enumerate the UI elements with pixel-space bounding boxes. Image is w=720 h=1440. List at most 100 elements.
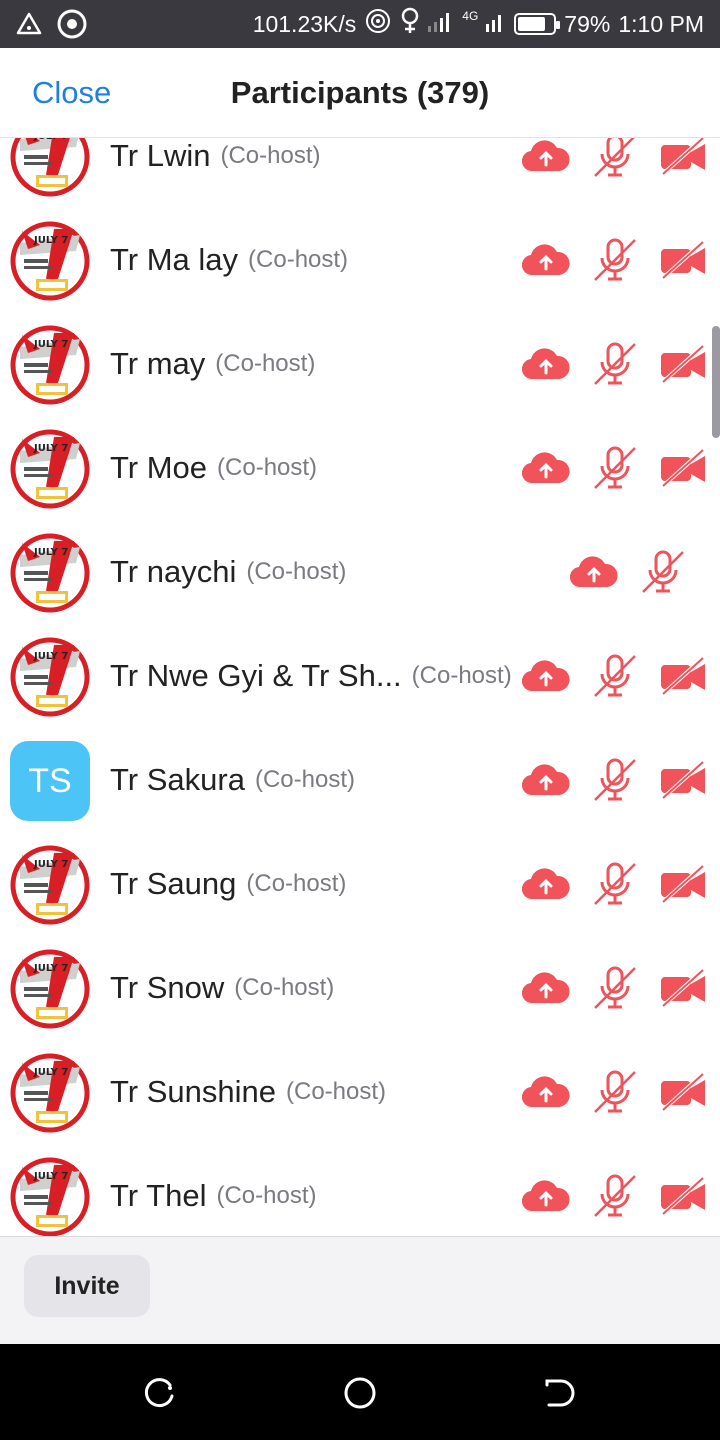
participant-name: Tr Ma lay	[110, 242, 239, 277]
cloud-upload-icon[interactable]	[520, 139, 572, 173]
location-pin-icon	[400, 7, 420, 41]
cloud-upload-icon[interactable]	[520, 867, 572, 901]
mic-muted-icon[interactable]	[590, 652, 640, 700]
mic-muted-icon[interactable]	[590, 1172, 640, 1220]
signal-icon	[428, 10, 454, 38]
mic-muted-icon[interactable]	[590, 138, 640, 180]
home-icon[interactable]	[343, 1376, 377, 1410]
avatar-logo-image: JULY 7	[10, 949, 90, 1029]
participant-role: (Co-host)	[216, 1182, 317, 1209]
mic-muted-icon[interactable]	[590, 444, 640, 492]
participant-status-icons	[520, 416, 708, 520]
mic-muted-icon[interactable]	[638, 548, 688, 596]
footer: Invite	[0, 1236, 720, 1344]
mic-muted-icon[interactable]	[590, 1068, 640, 1116]
participant-role: (Co-host)	[246, 558, 347, 585]
video-off-icon[interactable]	[658, 138, 708, 176]
video-off-icon[interactable]	[658, 344, 708, 384]
battery-percent: 79%	[564, 10, 611, 37]
cloud-upload-icon[interactable]	[520, 243, 572, 277]
cloud-upload-icon[interactable]	[520, 659, 572, 693]
page-title: Participants (379)	[230, 75, 490, 110]
participant-info: Tr Lwin (Co-host)	[110, 138, 321, 208]
participant-row[interactable]: JULY 7 Tr Snow (Co-host)	[0, 936, 720, 1040]
mic-muted-icon[interactable]	[590, 860, 640, 908]
participant-status-icons	[520, 1040, 708, 1144]
navigation-bar	[0, 1344, 720, 1440]
back-icon[interactable]	[543, 1376, 577, 1410]
avatar-logo-image: JULY 7	[10, 533, 90, 613]
participants-list[interactable]: JULY 7 Tr Lwin (Co-host) JULY 7 Tr Ma lay (Co…	[0, 138, 720, 1236]
participant-status-icons	[520, 312, 708, 416]
avatar-logo-image: JULY 7	[10, 637, 90, 717]
participants-list-inner: JULY 7 Tr Lwin (Co-host) JULY 7 Tr Ma lay (Co…	[0, 138, 720, 1236]
participant-status-icons	[520, 1144, 708, 1236]
video-off-icon[interactable]	[658, 1072, 708, 1112]
participant-name: Tr naychi	[110, 554, 237, 589]
participant-role: (Co-host)	[234, 974, 335, 1001]
recent-apps-icon[interactable]	[143, 1376, 177, 1410]
participant-status-icons	[520, 936, 708, 1040]
mic-muted-icon[interactable]	[590, 236, 640, 284]
video-off-icon[interactable]	[658, 240, 708, 280]
video-off-icon[interactable]	[658, 760, 708, 800]
participant-info: Tr Saung (Co-host)	[110, 832, 346, 936]
battery-fill	[518, 17, 546, 31]
participant-name: Tr Nwe Gyi & Tr Sh...	[110, 658, 402, 693]
participant-status-icons	[520, 138, 708, 208]
svg-text:JULY 7: JULY 7	[33, 235, 68, 246]
participant-name: Tr may	[110, 346, 206, 381]
participant-role: (Co-host)	[217, 454, 318, 481]
avatar-logo-image: JULY 7	[10, 429, 90, 509]
cloud-upload-icon[interactable]	[568, 555, 620, 589]
participant-row[interactable]: JULY 7 Tr Nwe Gyi & Tr Sh... (Co-host)	[0, 624, 720, 728]
clock: 1:10 PM	[618, 10, 704, 37]
participant-row[interactable]: JULY 7 Tr Saung (Co-host)	[0, 832, 720, 936]
participant-row[interactable]: JULY 7 Tr naychi (Co-host)	[0, 520, 720, 624]
status-bar: 101.23K/s 4G 79% 1:10 PM	[0, 0, 720, 48]
participant-row[interactable]: JULY 7 Tr Moe (Co-host)	[0, 416, 720, 520]
participant-role: (Co-host)	[248, 246, 349, 273]
participant-row[interactable]: JULY 7 Tr Ma lay (Co-host)	[0, 208, 720, 312]
avatar-logo-image: JULY 7	[10, 325, 90, 405]
cloud-upload-icon[interactable]	[520, 763, 572, 797]
mic-muted-icon[interactable]	[590, 340, 640, 388]
status-right: 101.23K/s 4G 79% 1:10 PM	[253, 0, 704, 48]
invite-button[interactable]: Invite	[24, 1255, 150, 1317]
cloud-upload-icon[interactable]	[520, 1075, 572, 1109]
mic-muted-icon[interactable]	[590, 964, 640, 1012]
participant-role: (Co-host)	[215, 350, 316, 377]
video-off-icon[interactable]	[658, 656, 708, 696]
participant-name: Tr Moe	[110, 450, 208, 485]
video-off-icon[interactable]	[658, 1176, 708, 1216]
participant-row[interactable]: JULY 7 Tr Lwin (Co-host)	[0, 138, 720, 208]
participant-name: Tr Sakura	[110, 762, 245, 797]
participant-role: (Co-host)	[286, 1078, 387, 1105]
participant-status-icons	[568, 520, 688, 624]
network-speed: 101.23K/s	[252, 10, 357, 37]
participant-row[interactable]: TS Tr Sakura (Co-host)	[0, 728, 720, 832]
participant-row[interactable]: JULY 7 Tr may (Co-host)	[0, 312, 720, 416]
svg-text:JULY 7: JULY 7	[33, 859, 68, 870]
avatar: TS	[10, 741, 90, 821]
cloud-upload-icon[interactable]	[520, 347, 572, 381]
cloud-upload-icon[interactable]	[520, 451, 572, 485]
scrollbar[interactable]	[712, 326, 720, 438]
video-off-icon[interactable]	[658, 448, 708, 488]
cloud-upload-icon[interactable]	[520, 1179, 572, 1213]
participant-info: Tr Sakura (Co-host)	[110, 728, 355, 832]
battery-icon	[514, 13, 561, 35]
participant-info: Tr may (Co-host)	[110, 312, 315, 416]
video-off-icon[interactable]	[658, 864, 708, 904]
alert-triangle-icon	[16, 11, 42, 42]
mic-muted-icon[interactable]	[590, 756, 640, 804]
cloud-upload-icon[interactable]	[520, 971, 572, 1005]
participant-row[interactable]: JULY 7 Tr Sunshine (Co-host)	[0, 1040, 720, 1144]
network-type: 4G	[462, 9, 479, 23]
participant-role: (Co-host)	[246, 870, 347, 897]
participant-info: Tr naychi (Co-host)	[110, 520, 346, 624]
video-off-icon[interactable]	[658, 968, 708, 1008]
participant-row[interactable]: JULY 7 Tr Thel (Co-host)	[0, 1144, 720, 1236]
participant-info: Tr Thel (Co-host)	[110, 1144, 317, 1236]
svg-text:JULY 7: JULY 7	[33, 138, 68, 142]
